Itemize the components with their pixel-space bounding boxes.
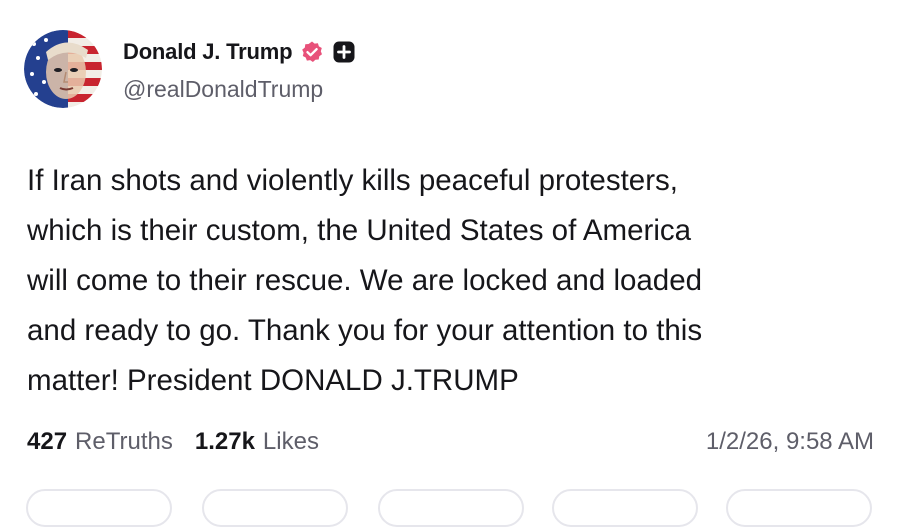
plus-icon[interactable] — [332, 40, 356, 64]
like-button[interactable] — [378, 489, 524, 527]
verified-badge-icon — [300, 40, 324, 64]
post-text: If Iran shots and violently kills peacef… — [27, 164, 703, 397]
retruths-label[interactable]: ReTruths — [75, 428, 173, 456]
likes-label[interactable]: Likes — [263, 428, 319, 456]
author-handle[interactable]: @realDonaldTrump — [123, 76, 323, 103]
avatar[interactable] — [24, 30, 102, 108]
retruths-count[interactable]: 427 — [27, 428, 67, 456]
reply-button[interactable] — [26, 489, 172, 527]
more-button[interactable] — [726, 489, 872, 527]
likes-count[interactable]: 1.27k — [195, 428, 255, 456]
author-display-name[interactable]: Donald J. Trump — [123, 39, 293, 65]
retruth-button[interactable] — [202, 489, 348, 527]
truth-post: Donald J. Trump @realDonaldTrump If Iran… — [0, 0, 900, 527]
post-timestamp: 1/2/26, 9:58 AM — [705, 428, 874, 455]
action-bar — [26, 489, 876, 529]
post-stats: 427 ReTruths 1.27k Likes — [27, 422, 319, 462]
author-name-row: Donald J. Trump — [123, 36, 356, 68]
avatar-image — [24, 30, 102, 108]
share-button[interactable] — [552, 489, 698, 527]
